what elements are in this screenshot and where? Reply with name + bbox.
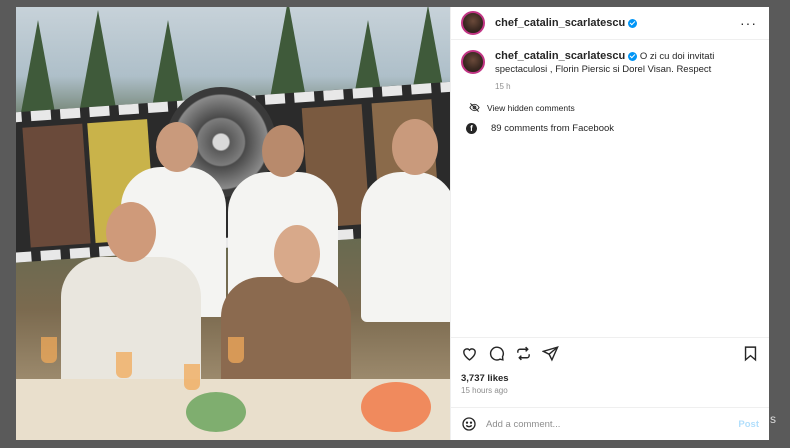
view-hidden-comments-button[interactable]: View hidden comments: [469, 102, 757, 113]
comment-icon[interactable]: [488, 345, 505, 362]
wine-glass: [228, 337, 244, 363]
verified-badge-icon: [628, 51, 638, 61]
wine-glass: [184, 364, 200, 390]
flower-arrangement: [361, 382, 431, 432]
facebook-comments-label: 89 comments from Facebook: [491, 123, 615, 134]
post-modal: chef_catalin_scarlatescu ··· chef_catali…: [16, 7, 769, 440]
chef-right: [361, 172, 450, 322]
wine-glass: [41, 337, 57, 363]
comments-area: chef_catalin_scarlatescu O zi cu doi inv…: [451, 40, 769, 337]
action-bar: [451, 337, 769, 369]
chef-right-head: [392, 119, 438, 175]
eye-off-icon: [469, 102, 480, 113]
heart-icon[interactable]: [461, 345, 478, 362]
likes-count[interactable]: 3,737 likes: [451, 369, 769, 385]
comment-input[interactable]: [486, 418, 733, 430]
author-username[interactable]: chef_catalin_scarlatescu: [495, 17, 638, 29]
emoji-icon[interactable]: [461, 416, 477, 432]
caption-avatar[interactable]: [461, 50, 485, 74]
caption-body: chef_catalin_scarlatescu O zi cu doi inv…: [495, 50, 757, 93]
guest-right-head: [274, 225, 320, 283]
facebook-comments-link[interactable]: f 89 comments from Facebook: [466, 123, 757, 134]
post-header: chef_catalin_scarlatescu ···: [451, 7, 769, 40]
view-hidden-comments-label: View hidden comments: [487, 102, 575, 113]
add-comment-bar: Post: [451, 407, 769, 440]
chef-left-head: [156, 122, 198, 172]
post-side-panel: chef_catalin_scarlatescu ··· chef_catali…: [450, 7, 769, 440]
caption-username[interactable]: chef_catalin_scarlatescu: [495, 50, 625, 62]
post-comment-button[interactable]: Post: [738, 419, 759, 430]
author-avatar[interactable]: [461, 11, 485, 35]
bookmark-icon[interactable]: [742, 345, 759, 362]
verified-badge-icon: [628, 18, 638, 28]
chef-center-head: [262, 125, 304, 177]
movie-poster: [22, 123, 91, 248]
caption: chef_catalin_scarlatescu O zi cu doi inv…: [461, 50, 757, 93]
post-photo[interactable]: [16, 7, 450, 440]
wine-glass: [116, 352, 132, 378]
post-timestamp: 15 hours ago: [461, 386, 508, 395]
facebook-icon: f: [466, 123, 477, 134]
more-options-button[interactable]: ···: [740, 15, 757, 31]
author-username-text[interactable]: chef_catalin_scarlatescu: [495, 17, 625, 29]
send-icon[interactable]: [542, 345, 559, 362]
repost-icon[interactable]: [515, 345, 532, 362]
background-text: s: [770, 412, 776, 426]
succulent-arrangement: [186, 392, 246, 432]
guest-left-head: [106, 202, 156, 262]
caption-time: 15 h: [495, 82, 511, 91]
